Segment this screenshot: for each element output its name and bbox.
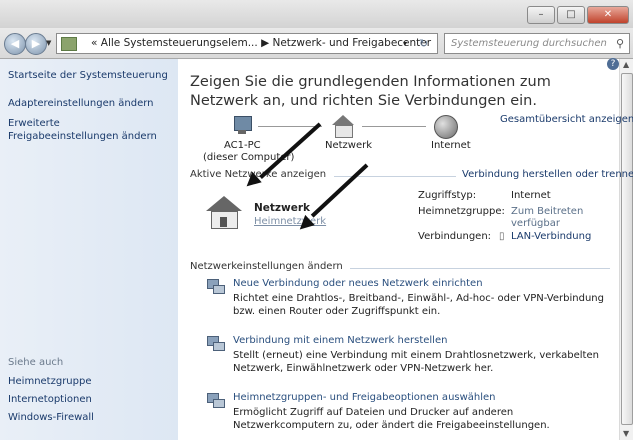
- window-controls: – □ ✕: [527, 6, 629, 24]
- home-network-icon: [206, 196, 242, 229]
- network-name: Netzwerk: [254, 202, 311, 214]
- new-connection-icon: [206, 277, 225, 294]
- connection-line: [362, 126, 426, 127]
- address-bar[interactable]: « Alle Systemsteuerungselem... ▶ Netzwer…: [56, 33, 438, 54]
- scroll-thumb[interactable]: [621, 73, 633, 425]
- search-input[interactable]: Systemsteuerung durchsuchen ⚲: [444, 33, 630, 54]
- close-button[interactable]: ✕: [587, 6, 629, 24]
- task-homegroup-options-link[interactable]: Heimnetzgruppen- und Freigabeoptionen au…: [233, 392, 496, 403]
- homegroup-label: Heimnetzgruppe:: [418, 206, 505, 217]
- access-type-value: Internet: [511, 190, 551, 201]
- title-bar: – □ ✕: [0, 0, 633, 28]
- network-house-icon: [332, 115, 354, 138]
- task-homegroup-options-desc: Ermöglicht Zugriff auf Dateien und Druck…: [233, 407, 550, 431]
- lan-connection-link[interactable]: LAN-Verbindung: [511, 231, 591, 242]
- sidebar-item-adapter-settings[interactable]: Adaptereinstellungen ändern: [8, 97, 154, 110]
- scroll-down-icon[interactable]: ▼: [623, 429, 629, 438]
- navigation-bar: ◀ ▶ ▼ « Alle Systemsteuerungselem... ▶ N…: [0, 28, 633, 59]
- address-dropdown-icon[interactable]: ▾: [403, 34, 407, 53]
- control-panel-icon: [61, 37, 77, 51]
- section-divider: [350, 268, 610, 269]
- connect-network-icon: [206, 334, 225, 351]
- task-connect-network-desc: Stellt (erneut) eine Verbindung mit eine…: [233, 350, 599, 374]
- computer-icon: [232, 116, 254, 136]
- sidebar: Startseite der Systemsteuerung Adapterei…: [0, 59, 178, 440]
- full-map-link[interactable]: Gesamtübersicht anzeigen: [500, 114, 633, 125]
- search-icon[interactable]: ⚲: [616, 34, 624, 53]
- search-placeholder: Systemsteuerung durchsuchen: [451, 38, 607, 49]
- task-connect-network-link[interactable]: Verbindung mit einem Netzwerk herstellen: [233, 335, 447, 346]
- homegroup-join-link-line2[interactable]: verfügbar: [511, 218, 560, 229]
- connections-label: Verbindungen:: [418, 231, 492, 242]
- refresh-icon[interactable]: ↻: [419, 34, 428, 53]
- help-icon[interactable]: ?: [607, 58, 619, 70]
- back-button[interactable]: ◀: [4, 33, 26, 55]
- see-also-heading: Siehe auch: [8, 357, 64, 368]
- homegroup-options-icon: [206, 391, 225, 408]
- maximize-button[interactable]: □: [557, 6, 585, 24]
- network-settings-heading: Netzwerkeinstellungen ändern: [190, 261, 343, 272]
- sidebar-item-windows-firewall[interactable]: Windows-Firewall: [8, 411, 94, 424]
- task-new-connection-desc: Richtet eine Drahtlos-, Breitband-, Einw…: [233, 293, 604, 317]
- task-new-connection-link[interactable]: Neue Verbindung oder neues Netzwerk einr…: [233, 278, 483, 289]
- map-network-label: Netzwerk: [325, 140, 373, 151]
- page-title: Zeigen Sie die grundlegenden Information…: [190, 74, 551, 109]
- sidebar-item-advanced-sharing-line1[interactable]: Erweiterte: [8, 117, 60, 130]
- forward-button[interactable]: ▶: [25, 33, 47, 55]
- breadcrumb[interactable]: « Alle Systemsteuerungselem... ▶ Netzwer…: [91, 34, 431, 53]
- map-internet-label: Internet: [431, 140, 471, 151]
- sidebar-item-advanced-sharing-line2[interactable]: Freigabeeinstellungen ändern: [8, 130, 157, 143]
- access-type-label: Zugriffstyp:: [418, 190, 477, 201]
- minimize-button[interactable]: –: [527, 6, 555, 24]
- internet-globe-icon: [434, 115, 458, 139]
- pc-name: AC1-PC: [224, 140, 261, 151]
- recent-pages-dropdown[interactable]: ▼: [46, 39, 51, 47]
- connect-disconnect-link[interactable]: Verbindung herstellen oder trennen: [462, 169, 633, 180]
- network-type-link[interactable]: Heimnetzwerk: [254, 216, 326, 227]
- ethernet-icon: ▯: [499, 231, 505, 242]
- homegroup-join-link[interactable]: Zum Beitreten: [511, 206, 583, 217]
- sidebar-item-internet-options[interactable]: Internetoptionen: [8, 393, 92, 406]
- scroll-up-icon[interactable]: ▲: [623, 60, 629, 69]
- sidebar-item-homegroup[interactable]: Heimnetzgruppe: [8, 375, 92, 388]
- sidebar-item-home[interactable]: Startseite der Systemsteuerung: [8, 69, 168, 82]
